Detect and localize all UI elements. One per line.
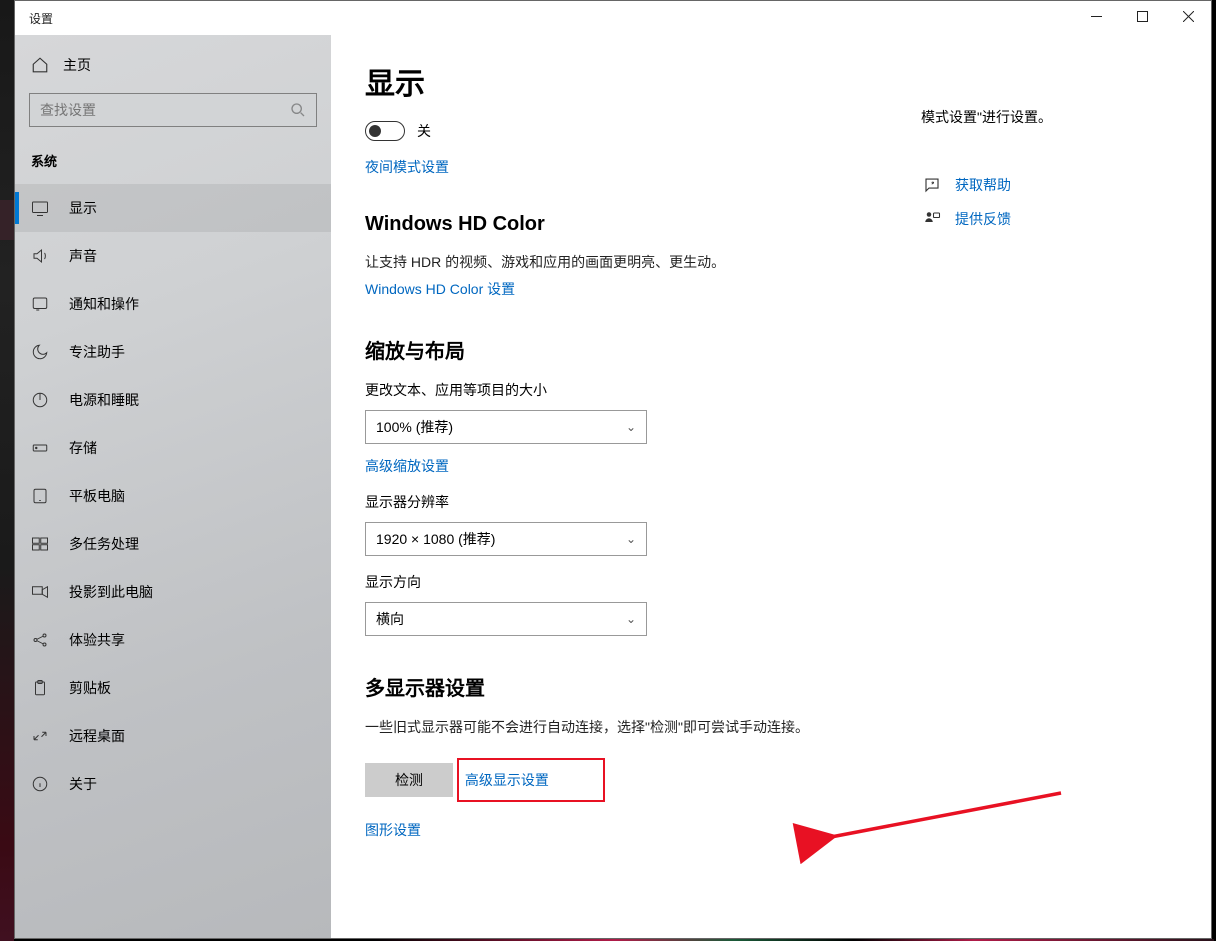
- get-help-label: 获取帮助: [955, 175, 1011, 195]
- sidebar-item-about[interactable]: 关于: [15, 760, 331, 808]
- page-title: 显示: [365, 59, 1177, 103]
- adv-display-link[interactable]: 高级显示设置: [465, 770, 549, 790]
- resolution-select[interactable]: 1920 × 1080 (推荐) ⌄: [365, 522, 647, 556]
- home-icon: [31, 56, 49, 74]
- desktop-deco: [0, 200, 14, 240]
- feedback-link[interactable]: 提供反馈: [923, 209, 1011, 229]
- window-titlebar: 设置: [15, 1, 1211, 35]
- sidebar-item-label: 剪贴板: [69, 678, 111, 698]
- info-icon: [31, 775, 49, 793]
- sidebar-item-label: 体验共享: [69, 630, 125, 650]
- sidebar-item-label: 多任务处理: [69, 534, 139, 554]
- multi-desc: 一些旧式显示器可能不会进行自动连接，选择"检测"即可尝试手动连接。: [365, 717, 1177, 738]
- window-controls: [1073, 1, 1211, 31]
- home-label: 主页: [63, 55, 91, 75]
- orientation-select[interactable]: 横向 ⌄: [365, 602, 647, 636]
- sidebar: 主页 系统 显示 声音 通知和操作: [15, 35, 331, 938]
- tablet-icon: [31, 487, 49, 505]
- sidebar-item-remote[interactable]: 远程桌面: [15, 712, 331, 760]
- sidebar-item-clipboard[interactable]: 剪贴板: [15, 664, 331, 712]
- notification-icon: [31, 295, 49, 313]
- orientation-label: 显示方向: [365, 572, 1177, 592]
- night-light-settings-link[interactable]: 夜间模式设置: [365, 157, 449, 177]
- scale-label: 更改文本、应用等项目的大小: [365, 380, 1177, 400]
- chevron-down-icon: ⌄: [626, 532, 636, 546]
- scale-heading: 缩放与布局: [365, 335, 1177, 364]
- night-light-toggle[interactable]: [365, 121, 405, 141]
- sidebar-item-label: 远程桌面: [69, 726, 125, 746]
- graphics-link[interactable]: 图形设置: [365, 820, 421, 840]
- detect-button[interactable]: 检测: [365, 763, 453, 797]
- minimize-button[interactable]: [1073, 1, 1119, 31]
- search-input[interactable]: [40, 102, 290, 118]
- clipboard-icon: [31, 679, 49, 697]
- sidebar-item-label: 存储: [69, 438, 97, 458]
- sidebar-item-label: 专注助手: [69, 342, 125, 362]
- sidebar-item-notifications[interactable]: 通知和操作: [15, 280, 331, 328]
- sidebar-item-label: 平板电脑: [69, 486, 125, 506]
- sidebar-category: 系统: [15, 141, 331, 184]
- resolution-value: 1920 × 1080 (推荐): [376, 529, 495, 549]
- power-icon: [31, 391, 49, 409]
- annotation-highlight: 高级显示设置: [457, 758, 605, 802]
- sidebar-item-label: 声音: [69, 246, 97, 266]
- multi-heading: 多显示器设置: [365, 672, 1177, 701]
- chevron-down-icon: ⌄: [626, 420, 636, 434]
- content-area: 显示 关 夜间模式设置 Windows HD Color 让支持 HDR 的视频…: [331, 35, 1211, 938]
- get-help-link[interactable]: 获取帮助: [923, 175, 1011, 195]
- sidebar-item-tablet[interactable]: 平板电脑: [15, 472, 331, 520]
- desktop-left-edge: [0, 0, 14, 941]
- project-icon: [31, 583, 49, 601]
- maximize-button[interactable]: [1119, 1, 1165, 31]
- adv-scale-link[interactable]: 高级缩放设置: [365, 456, 449, 476]
- resolution-label: 显示器分辨率: [365, 492, 1177, 512]
- sidebar-item-focus-assist[interactable]: 专注助手: [15, 328, 331, 376]
- close-button[interactable]: [1165, 1, 1211, 31]
- orientation-value: 横向: [376, 609, 404, 629]
- sidebar-item-share[interactable]: 体验共享: [15, 616, 331, 664]
- feedback-icon: [923, 210, 941, 228]
- multitask-icon: [31, 535, 49, 553]
- home-link[interactable]: 主页: [15, 45, 331, 85]
- chevron-down-icon: ⌄: [626, 612, 636, 626]
- settings-window: 设置 主页: [14, 0, 1212, 939]
- storage-icon: [31, 439, 49, 457]
- scale-value: 100% (推荐): [376, 417, 453, 437]
- sidebar-item-storage[interactable]: 存储: [15, 424, 331, 472]
- feedback-label: 提供反馈: [955, 209, 1011, 229]
- hd-color-settings-link[interactable]: Windows HD Color 设置: [365, 279, 515, 299]
- search-box[interactable]: [29, 93, 317, 127]
- help-icon: [923, 176, 941, 194]
- remote-icon: [31, 727, 49, 745]
- aside-note: 模式设置"进行设置。: [921, 107, 1052, 127]
- moon-icon: [31, 343, 49, 361]
- scale-select[interactable]: 100% (推荐) ⌄: [365, 410, 647, 444]
- night-light-state: 关: [417, 121, 431, 141]
- sidebar-item-display[interactable]: 显示: [15, 184, 331, 232]
- sidebar-item-sound[interactable]: 声音: [15, 232, 331, 280]
- aside-links: 获取帮助 提供反馈: [923, 175, 1011, 229]
- sidebar-item-label: 通知和操作: [69, 294, 139, 314]
- hd-color-heading: Windows HD Color: [365, 213, 1177, 236]
- sidebar-item-project[interactable]: 投影到此电脑: [15, 568, 331, 616]
- hd-color-desc: 让支持 HDR 的视频、游戏和应用的画面更明亮、更生动。: [365, 252, 1177, 273]
- sidebar-item-label: 投影到此电脑: [69, 582, 153, 602]
- share-icon: [31, 631, 49, 649]
- window-title: 设置: [29, 10, 53, 27]
- display-icon: [31, 199, 49, 217]
- sidebar-item-label: 关于: [69, 774, 97, 794]
- sidebar-item-multitask[interactable]: 多任务处理: [15, 520, 331, 568]
- sidebar-item-label: 电源和睡眠: [69, 390, 139, 410]
- sound-icon: [31, 247, 49, 265]
- sidebar-item-power[interactable]: 电源和睡眠: [15, 376, 331, 424]
- search-icon: [290, 102, 306, 118]
- sidebar-item-label: 显示: [69, 198, 97, 218]
